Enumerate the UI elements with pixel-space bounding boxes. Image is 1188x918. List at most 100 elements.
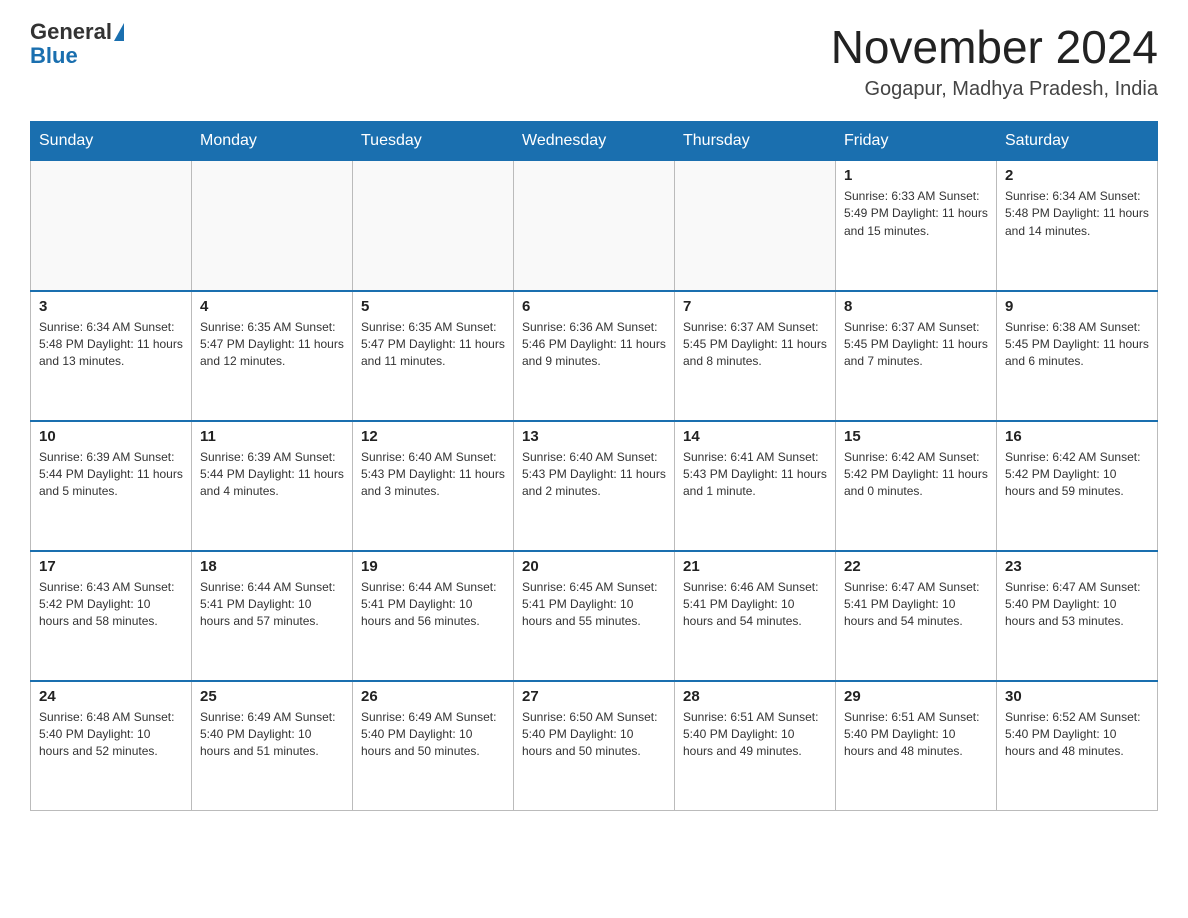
day-info: Sunrise: 6:42 AM Sunset: 5:42 PM Dayligh… bbox=[844, 449, 988, 501]
day-number: 2 bbox=[1005, 167, 1149, 184]
day-number: 23 bbox=[1005, 558, 1149, 575]
calendar-cell bbox=[675, 161, 836, 291]
calendar-week-row: 24 Sunrise: 6:48 AM Sunset: 5:40 PM Dayli… bbox=[31, 681, 1158, 811]
day-info: Sunrise: 6:33 AM Sunset: 5:49 PM Dayligh… bbox=[844, 188, 988, 240]
calendar-cell: 1 Sunrise: 6:33 AM Sunset: 5:49 PM Daylig… bbox=[836, 161, 997, 291]
day-number: 29 bbox=[844, 688, 988, 705]
day-number: 12 bbox=[361, 428, 505, 445]
day-number: 16 bbox=[1005, 428, 1149, 445]
day-header-sunday: Sunday bbox=[31, 122, 192, 161]
day-number: 13 bbox=[522, 428, 666, 445]
calendar-week-row: 10 Sunrise: 6:39 AM Sunset: 5:44 PM Dayli… bbox=[31, 421, 1158, 551]
day-info: Sunrise: 6:46 AM Sunset: 5:41 PM Dayligh… bbox=[683, 579, 827, 631]
day-info: Sunrise: 6:38 AM Sunset: 5:45 PM Dayligh… bbox=[1005, 319, 1149, 371]
calendar-cell: 29 Sunrise: 6:51 AM Sunset: 5:40 PM Dayli… bbox=[836, 681, 997, 811]
calendar-cell: 11 Sunrise: 6:39 AM Sunset: 5:44 PM Dayli… bbox=[192, 421, 353, 551]
day-info: Sunrise: 6:49 AM Sunset: 5:40 PM Dayligh… bbox=[200, 709, 344, 761]
day-info: Sunrise: 6:51 AM Sunset: 5:40 PM Dayligh… bbox=[844, 709, 988, 761]
day-info: Sunrise: 6:35 AM Sunset: 5:47 PM Dayligh… bbox=[200, 319, 344, 371]
calendar-cell: 15Sunrise: 6:42 AM Sunset: 5:42 PM Dayli… bbox=[836, 421, 997, 551]
day-info: Sunrise: 6:36 AM Sunset: 5:46 PM Dayligh… bbox=[522, 319, 666, 371]
calendar-cell: 14 Sunrise: 6:41 AM Sunset: 5:43 PM Dayli… bbox=[675, 421, 836, 551]
day-header-tuesday: Tuesday bbox=[353, 122, 514, 161]
day-number: 8 bbox=[844, 298, 988, 315]
day-number: 3 bbox=[39, 298, 183, 315]
day-header-wednesday: Wednesday bbox=[514, 122, 675, 161]
calendar-week-row: 17 Sunrise: 6:43 AM Sunset: 5:42 PM Dayli… bbox=[31, 551, 1158, 681]
day-number: 17 bbox=[39, 558, 183, 575]
calendar-cell: 2 Sunrise: 6:34 AM Sunset: 5:48 PM Daylig… bbox=[997, 161, 1158, 291]
day-info: Sunrise: 6:41 AM Sunset: 5:43 PM Dayligh… bbox=[683, 449, 827, 501]
calendar-cell: 12 Sunrise: 6:40 AM Sunset: 5:43 PM Dayli… bbox=[353, 421, 514, 551]
calendar-cell: 18Sunrise: 6:44 AM Sunset: 5:41 PM Dayli… bbox=[192, 551, 353, 681]
calendar-cell bbox=[353, 161, 514, 291]
day-info: Sunrise: 6:49 AM Sunset: 5:40 PM Dayligh… bbox=[361, 709, 505, 761]
logo-general-text: General bbox=[30, 20, 112, 44]
day-number: 11 bbox=[200, 428, 344, 445]
day-number: 20 bbox=[522, 558, 666, 575]
calendar-week-row: 3 Sunrise: 6:34 AM Sunset: 5:48 PM Daylig… bbox=[31, 291, 1158, 421]
day-header-friday: Friday bbox=[836, 122, 997, 161]
calendar-cell: 17 Sunrise: 6:43 AM Sunset: 5:42 PM Dayli… bbox=[31, 551, 192, 681]
day-info: Sunrise: 6:48 AM Sunset: 5:40 PM Dayligh… bbox=[39, 709, 183, 761]
day-info: Sunrise: 6:43 AM Sunset: 5:42 PM Dayligh… bbox=[39, 579, 183, 631]
day-header-saturday: Saturday bbox=[997, 122, 1158, 161]
calendar-week-row: 1 Sunrise: 6:33 AM Sunset: 5:49 PM Daylig… bbox=[31, 161, 1158, 291]
day-number: 30 bbox=[1005, 688, 1149, 705]
calendar-cell: 7Sunrise: 6:37 AM Sunset: 5:45 PM Daylig… bbox=[675, 291, 836, 421]
calendar-cell: 27 Sunrise: 6:50 AM Sunset: 5:40 PM Dayli… bbox=[514, 681, 675, 811]
calendar-cell bbox=[31, 161, 192, 291]
calendar-cell: 23 Sunrise: 6:47 AM Sunset: 5:40 PM Dayli… bbox=[997, 551, 1158, 681]
calendar-cell: 5Sunrise: 6:35 AM Sunset: 5:47 PM Daylig… bbox=[353, 291, 514, 421]
day-number: 14 bbox=[683, 428, 827, 445]
calendar-cell: 26 Sunrise: 6:49 AM Sunset: 5:40 PM Dayli… bbox=[353, 681, 514, 811]
day-info: Sunrise: 6:40 AM Sunset: 5:43 PM Dayligh… bbox=[522, 449, 666, 501]
day-number: 7 bbox=[683, 298, 827, 315]
day-number: 6 bbox=[522, 298, 666, 315]
calendar-table: SundayMondayTuesdayWednesdayThursdayFrid… bbox=[30, 121, 1158, 811]
day-number: 27 bbox=[522, 688, 666, 705]
day-number: 9 bbox=[1005, 298, 1149, 315]
day-number: 1 bbox=[844, 167, 988, 184]
calendar-cell: 25 Sunrise: 6:49 AM Sunset: 5:40 PM Dayli… bbox=[192, 681, 353, 811]
day-info: Sunrise: 6:34 AM Sunset: 5:48 PM Dayligh… bbox=[39, 319, 183, 371]
calendar-cell: 4 Sunrise: 6:35 AM Sunset: 5:47 PM Daylig… bbox=[192, 291, 353, 421]
day-info: Sunrise: 6:44 AM Sunset: 5:41 PM Dayligh… bbox=[361, 579, 505, 631]
day-info: Sunrise: 6:50 AM Sunset: 5:40 PM Dayligh… bbox=[522, 709, 666, 761]
day-number: 19 bbox=[361, 558, 505, 575]
calendar-cell: 24 Sunrise: 6:48 AM Sunset: 5:40 PM Dayli… bbox=[31, 681, 192, 811]
calendar-cell: 6 Sunrise: 6:36 AM Sunset: 5:46 PM Daylig… bbox=[514, 291, 675, 421]
day-info: Sunrise: 6:45 AM Sunset: 5:41 PM Dayligh… bbox=[522, 579, 666, 631]
day-header-monday: Monday bbox=[192, 122, 353, 161]
day-number: 4 bbox=[200, 298, 344, 315]
calendar-header-row: SundayMondayTuesdayWednesdayThursdayFrid… bbox=[31, 122, 1158, 161]
calendar-cell: 8Sunrise: 6:37 AM Sunset: 5:45 PM Daylig… bbox=[836, 291, 997, 421]
day-number: 24 bbox=[39, 688, 183, 705]
day-number: 25 bbox=[200, 688, 344, 705]
day-number: 26 bbox=[361, 688, 505, 705]
day-info: Sunrise: 6:40 AM Sunset: 5:43 PM Dayligh… bbox=[361, 449, 505, 501]
page-header: General Blue November 2024 Gogapur, Madh… bbox=[30, 20, 1158, 101]
day-number: 18 bbox=[200, 558, 344, 575]
logo: General Blue bbox=[30, 20, 124, 68]
day-number: 22 bbox=[844, 558, 988, 575]
calendar-cell: 20 Sunrise: 6:45 AM Sunset: 5:41 PM Dayli… bbox=[514, 551, 675, 681]
day-header-thursday: Thursday bbox=[675, 122, 836, 161]
day-info: Sunrise: 6:39 AM Sunset: 5:44 PM Dayligh… bbox=[200, 449, 344, 501]
day-number: 5 bbox=[361, 298, 505, 315]
calendar-cell bbox=[514, 161, 675, 291]
calendar-cell: 22Sunrise: 6:47 AM Sunset: 5:41 PM Dayli… bbox=[836, 551, 997, 681]
day-info: Sunrise: 6:34 AM Sunset: 5:48 PM Dayligh… bbox=[1005, 188, 1149, 240]
day-number: 10 bbox=[39, 428, 183, 445]
day-info: Sunrise: 6:39 AM Sunset: 5:44 PM Dayligh… bbox=[39, 449, 183, 501]
day-info: Sunrise: 6:47 AM Sunset: 5:40 PM Dayligh… bbox=[1005, 579, 1149, 631]
calendar-cell: 28Sunrise: 6:51 AM Sunset: 5:40 PM Dayli… bbox=[675, 681, 836, 811]
title-area: November 2024 Gogapur, Madhya Pradesh, I… bbox=[831, 20, 1158, 101]
day-info: Sunrise: 6:52 AM Sunset: 5:40 PM Dayligh… bbox=[1005, 709, 1149, 761]
logo-blue-text: Blue bbox=[30, 43, 78, 68]
calendar-cell: 13 Sunrise: 6:40 AM Sunset: 5:43 PM Dayli… bbox=[514, 421, 675, 551]
calendar-title: November 2024 bbox=[831, 20, 1158, 74]
day-info: Sunrise: 6:42 AM Sunset: 5:42 PM Dayligh… bbox=[1005, 449, 1149, 501]
logo-triangle-icon bbox=[114, 23, 124, 41]
calendar-cell bbox=[192, 161, 353, 291]
